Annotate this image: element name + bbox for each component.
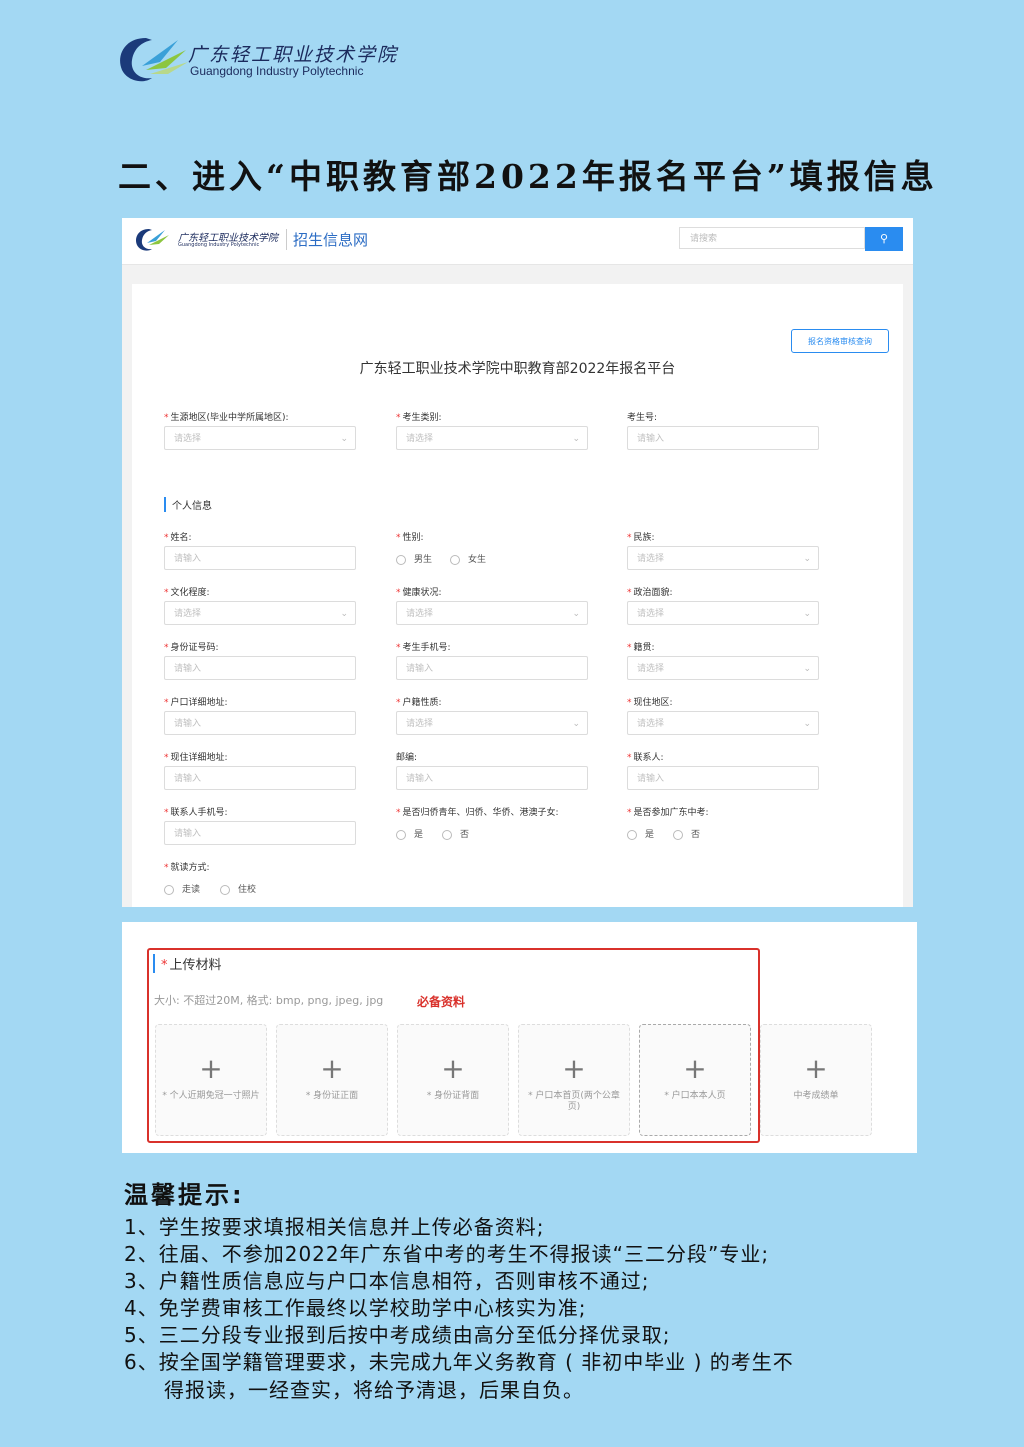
search-icon: ⚲ xyxy=(879,232,889,245)
upload-title: * 上传材料 xyxy=(153,954,222,973)
exam-number-input[interactable]: 请输入 xyxy=(627,426,819,450)
tip-item: 5、三二分段专业报到后按中考成绩由高分至低分择优录取; xyxy=(124,1323,671,1347)
chevron-down-icon: ⌄ xyxy=(572,719,580,729)
gender-radio-male[interactable]: 男生 xyxy=(396,552,432,565)
form-area: 报名资格审核查询 广东轻工职业技术学院中职教育部2022年报名平台 * 生源地区(… xyxy=(132,284,903,907)
field-label-education: * 文化程度: xyxy=(164,588,210,598)
postcode-input[interactable]: 请输入 xyxy=(396,766,588,790)
name-input[interactable]: 请输入 xyxy=(164,546,356,570)
political-select[interactable]: 请选择 ⌄ xyxy=(627,601,819,625)
field-label-study-mode: * 就读方式: xyxy=(164,863,210,873)
health-select[interactable]: 请选择 ⌄ xyxy=(396,601,588,625)
chevron-down-icon: ⌄ xyxy=(572,434,580,444)
upload-tile-id-back[interactable]: + * 身份证背面 xyxy=(397,1024,509,1136)
site-title: 招生信息网 xyxy=(286,229,368,250)
plus-icon: + xyxy=(683,1052,707,1085)
overseas-radio-yes[interactable]: 是 xyxy=(396,827,423,840)
tip-item: 2、往届、不参加2022年广东省中考的考生不得报读“三二分段”专业; xyxy=(124,1242,770,1266)
tip-item: 3、户籍性质信息应与户口本信息相符，否则审核不通过; xyxy=(124,1269,650,1293)
chevron-down-icon: ⌄ xyxy=(340,609,348,619)
field-label-household-type: * 户籍性质: xyxy=(396,698,442,708)
plus-icon: + xyxy=(804,1052,828,1085)
tip-item: 4、免学费审核工作最终以学校助学中心核实为准; xyxy=(124,1296,587,1320)
search-input[interactable]: 请搜索 xyxy=(679,227,865,249)
upload-screenshot: * 上传材料 大小: 不超过20M, 格式: bmp, png, jpeg, jp… xyxy=(122,922,917,1153)
chevron-down-icon: ⌄ xyxy=(803,719,811,729)
field-label-gender: * 性别: xyxy=(396,533,424,543)
plus-icon: + xyxy=(199,1052,223,1085)
field-label-contact-phone: * 联系人手机号: xyxy=(164,808,228,818)
plus-icon: + xyxy=(441,1052,465,1085)
zhongkao-radio-no[interactable]: 否 xyxy=(673,827,700,840)
field-label-name: * 姓名: xyxy=(164,533,192,543)
section-personal-info: 个人信息 xyxy=(164,497,212,512)
field-label-zhongkao: * 是否参加广东中考: xyxy=(627,808,709,818)
category-select[interactable]: 请选择 ⌄ xyxy=(396,426,588,450)
search-button[interactable]: ⚲ xyxy=(865,227,903,251)
contact-input[interactable]: 请输入 xyxy=(627,766,819,790)
school-name-cn: 广东轻工职业技术学院 xyxy=(188,44,399,66)
plus-icon: + xyxy=(320,1052,344,1085)
upload-tile-id-front[interactable]: + * 身份证正面 xyxy=(276,1024,388,1136)
field-label-ethnicity: * 民族: xyxy=(627,533,655,543)
current-region-select[interactable]: 请选择 ⌄ xyxy=(627,711,819,735)
phone-input[interactable]: 请输入 xyxy=(396,656,588,680)
field-label-region: * 生源地区(毕业中学所属地区): xyxy=(164,413,289,423)
gender-radio-female[interactable]: 女生 xyxy=(450,552,486,565)
qualification-query-button[interactable]: 报名资格审核查询 xyxy=(791,329,889,353)
upload-tile-photo[interactable]: + * 个人近期免冠一寸照片 xyxy=(155,1024,267,1136)
plus-icon: + xyxy=(562,1052,586,1085)
upload-tile-transcript[interactable]: + 中考成绩单 xyxy=(760,1024,872,1136)
field-label-contact: * 联系人: xyxy=(627,753,664,763)
overseas-radio-no[interactable]: 否 xyxy=(442,827,469,840)
required-materials-label: 必备资料 xyxy=(417,995,466,1009)
school-name-en: Guangdong Industry Polytechnic xyxy=(190,64,364,78)
mini-school-name-en: Guangdong Industry Polytechnic xyxy=(178,242,260,248)
field-label-postcode: 邮编: xyxy=(396,753,418,763)
study-mode-radio-boarding[interactable]: 住校 xyxy=(220,882,256,895)
field-label-household-address: * 户口详细地址: xyxy=(164,698,228,708)
field-label-overseas: * 是否归侨青年、归侨、华侨、港澳子女: xyxy=(396,808,559,818)
tip-item-continued: 得报读，一经查实，将给予清退，后果自负。 xyxy=(164,1378,584,1402)
field-label-phone: * 考生手机号: xyxy=(396,643,451,653)
registration-screenshot: 广东轻工职业技术学院 Guangdong Industry Polytechni… xyxy=(122,218,913,907)
native-place-select[interactable]: 请选择 ⌄ xyxy=(627,656,819,680)
tip-item: 1、学生按要求填报相关信息并上传必备资料; xyxy=(124,1215,545,1239)
upload-tile-household-first[interactable]: + * 户口本首页(两个公章页) xyxy=(518,1024,630,1136)
field-label-current-region: * 现住地区: xyxy=(627,698,673,708)
field-label-native-place: * 籍贯: xyxy=(627,643,655,653)
chevron-down-icon: ⌄ xyxy=(803,609,811,619)
id-number-input[interactable]: 请输入 xyxy=(164,656,356,680)
tip-item: 6、按全国学籍管理要求，未完成九年义务教育 ( 非初中毕业 ) 的考生不 xyxy=(124,1350,794,1374)
tips-title: 温馨提示: xyxy=(124,1181,245,1209)
chevron-down-icon: ⌄ xyxy=(803,664,811,674)
contact-phone-input[interactable]: 请输入 xyxy=(164,821,356,845)
zhongkao-radio-yes[interactable]: 是 xyxy=(627,827,654,840)
household-type-select[interactable]: 请选择 ⌄ xyxy=(396,711,588,735)
ethnicity-select[interactable]: 请选择 ⌄ xyxy=(627,546,819,570)
field-label-current-address: * 现住详细地址: xyxy=(164,753,228,763)
study-mode-radio-day[interactable]: 走读 xyxy=(164,882,200,895)
page-headline: 二、进入“中职教育部2022年报名平台”填报信息 xyxy=(118,157,938,196)
mini-logo-icon xyxy=(136,229,169,251)
chevron-down-icon: ⌄ xyxy=(803,554,811,564)
region-select[interactable]: 请选择 ⌄ xyxy=(164,426,356,450)
field-label-id-number: * 身份证号码: xyxy=(164,643,219,653)
upload-hint: 大小: 不超过20M, 格式: bmp, png, jpeg, jpg xyxy=(154,994,384,1007)
upload-tile-household-self[interactable]: + * 户口本本人页 xyxy=(639,1024,751,1136)
current-address-input[interactable]: 请输入 xyxy=(164,766,356,790)
field-label-political: * 政治面貌: xyxy=(627,588,673,598)
chevron-down-icon: ⌄ xyxy=(572,609,580,619)
form-title: 广东轻工职业技术学院中职教育部2022年报名平台 xyxy=(359,361,676,377)
field-label-health: * 健康状况: xyxy=(396,588,442,598)
education-select[interactable]: 请选择 ⌄ xyxy=(164,601,356,625)
field-label-exam-number: 考生号: xyxy=(627,413,658,423)
field-label-category: * 考生类别: xyxy=(396,413,442,423)
site-header: 广东轻工职业技术学院 Guangdong Industry Polytechni… xyxy=(122,218,913,265)
chevron-down-icon: ⌄ xyxy=(340,434,348,444)
household-address-input[interactable]: 请输入 xyxy=(164,711,356,735)
